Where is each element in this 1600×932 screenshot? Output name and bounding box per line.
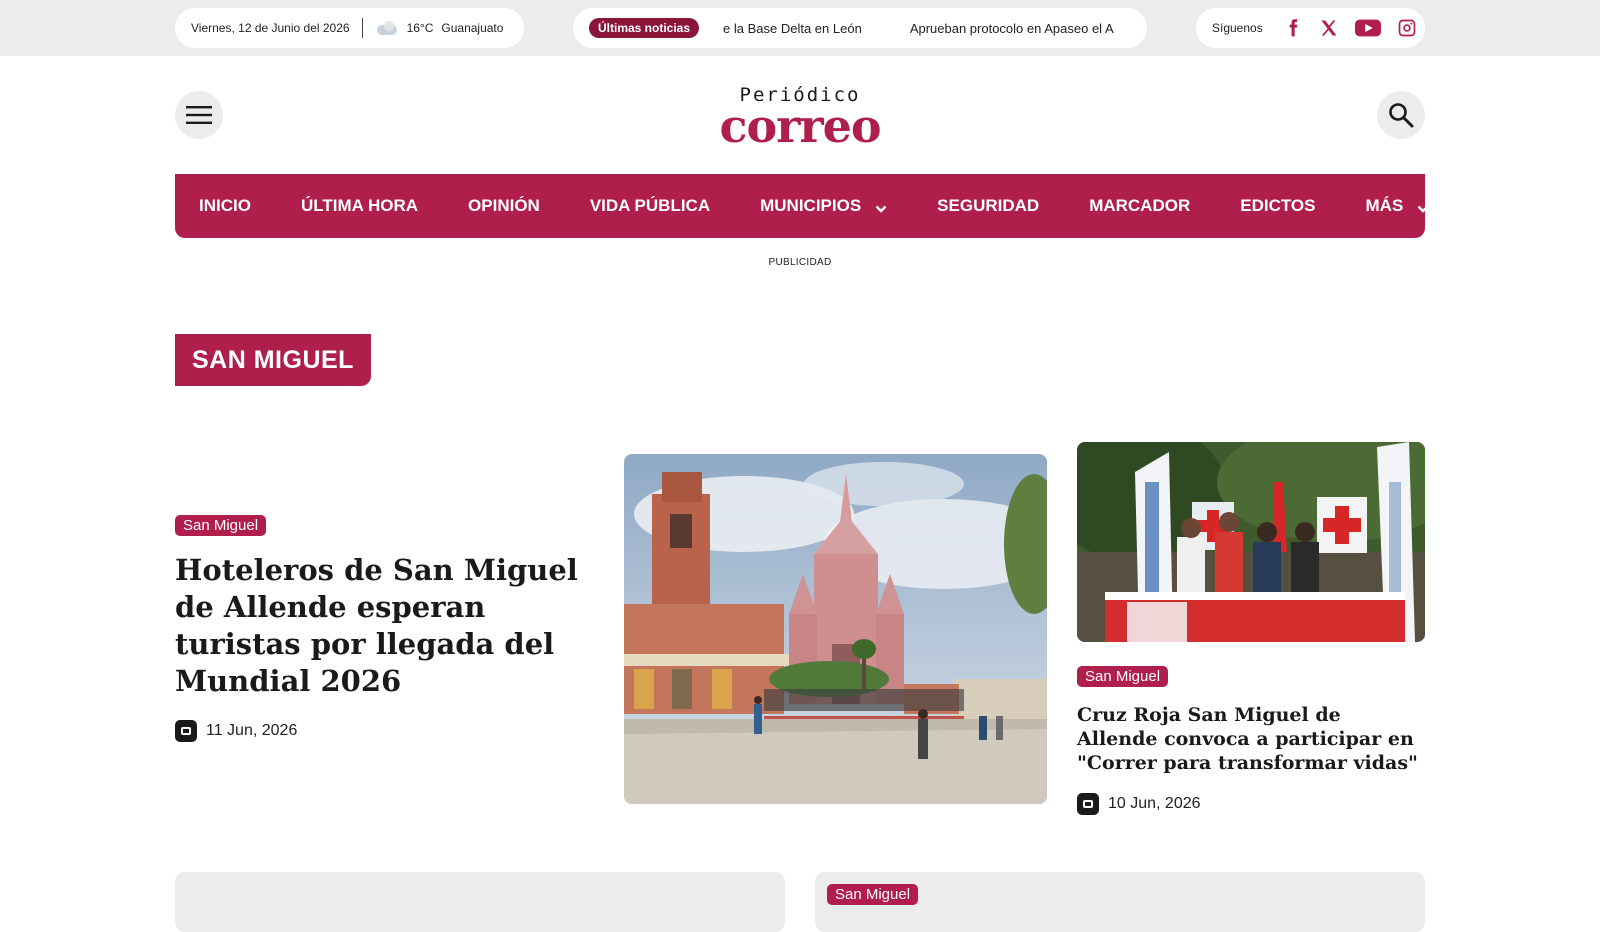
article-headline[interactable]: Cruz Roja San Miguel de Allende convoca …	[1077, 703, 1425, 775]
nav-label: MARCADOR	[1089, 196, 1191, 215]
news-ticker: e la Base Delta en León Aprueban protoco…	[723, 21, 1131, 36]
nav-label: ÚLTIMA HORA	[300, 196, 419, 215]
secondary-article-image[interactable]	[1077, 442, 1425, 642]
category-tag[interactable]: San Miguel	[1077, 666, 1169, 687]
search-button[interactable]	[1377, 91, 1425, 139]
site-logo[interactable]: Periódico correo	[700, 84, 900, 153]
nav-label: INICIO	[199, 196, 251, 215]
date-text: 10 Jun, 2026	[1108, 795, 1201, 812]
main-nav: INICIO ÚLTIMA HORA OPINIÓN VIDA PÚBLICA …	[175, 174, 1429, 238]
calendar-icon	[1077, 793, 1099, 815]
divider	[361, 18, 363, 38]
ticker-item[interactable]: Aprueban protocolo en Apaseo el A	[910, 21, 1114, 36]
facebook-icon[interactable]	[1283, 17, 1303, 39]
news-ticker-pill: Últimas noticias e la Base Delta en León…	[573, 8, 1147, 48]
chevron-down-icon	[875, 200, 887, 213]
article-card[interactable]: San Miguel	[815, 872, 1425, 932]
chevron-down-icon	[1417, 200, 1429, 213]
article-date: 10 Jun, 2026	[1077, 793, 1425, 815]
date-text: 11 Jun, 2026	[206, 722, 298, 739]
nav-item-edictos[interactable]: EDICTOS	[1240, 196, 1315, 216]
menu-button[interactable]	[175, 91, 223, 139]
nav-item-mas[interactable]: MÁS	[1366, 196, 1430, 216]
nav-item-seguridad[interactable]: SEGURIDAD	[937, 196, 1039, 216]
city: Guanajuato	[441, 21, 504, 35]
cloud-icon	[375, 20, 399, 36]
search-icon	[1389, 103, 1414, 128]
follow-label: Síguenos	[1212, 21, 1263, 35]
nav-label: OPINIÓN	[468, 196, 540, 215]
nav-label: VIDA PÚBLICA	[589, 196, 711, 215]
ticker-item[interactable]: e la Base Delta en León	[723, 21, 862, 36]
article-headline[interactable]: Hoteleros de San Miguel de Allende esper…	[175, 552, 600, 700]
temperature: 16°C	[406, 21, 434, 35]
nav-item-municipios[interactable]: MUNICIPIOS	[760, 196, 887, 216]
nav-item-inicio[interactable]: INICIO	[199, 196, 251, 216]
calendar-icon	[175, 720, 197, 742]
category-tag[interactable]: San Miguel	[827, 884, 919, 905]
x-icon[interactable]	[1319, 17, 1339, 39]
social-pill: Síguenos	[1196, 8, 1425, 48]
nav-label: MÁS	[1365, 196, 1404, 215]
youtube-icon[interactable]	[1354, 17, 1381, 39]
logo-big-text: correo	[719, 99, 881, 153]
secondary-article: San Miguel Cruz Roja San Miguel de Allen…	[1077, 666, 1425, 815]
featured-article: San Miguel Hoteleros de San Miguel de Al…	[175, 515, 600, 742]
date-weather-pill: Viernes, 12 de Junio del 2026 16°C Guana…	[175, 8, 524, 48]
article-card[interactable]	[175, 872, 785, 932]
latest-news-badge: Últimas noticias	[589, 18, 700, 38]
nav-label: MUNICIPIOS	[760, 196, 862, 215]
top-bar: Viernes, 12 de Junio del 2026 16°C Guana…	[0, 0, 1600, 56]
advertising-label: PUBLICIDAD	[768, 257, 832, 268]
nav-label: EDICTOS	[1240, 196, 1316, 215]
nav-label: SEGURIDAD	[937, 196, 1040, 215]
instagram-icon[interactable]	[1397, 17, 1417, 39]
current-date: Viernes, 12 de Junio del 2026	[191, 21, 350, 35]
nav-item-opinion[interactable]: OPINIÓN	[468, 196, 540, 216]
nav-item-ultima-hora[interactable]: ÚLTIMA HORA	[301, 196, 418, 216]
category-tag[interactable]: San Miguel	[175, 515, 267, 536]
featured-article-image[interactable]	[624, 454, 1047, 804]
nav-item-marcador[interactable]: MARCADOR	[1089, 196, 1190, 216]
article-date: 11 Jun, 2026	[175, 720, 600, 742]
hamburger-menu-icon	[186, 106, 212, 124]
nav-item-vida-publica[interactable]: VIDA PÚBLICA	[590, 196, 710, 216]
section-title: SAN MIGUEL	[175, 334, 371, 386]
